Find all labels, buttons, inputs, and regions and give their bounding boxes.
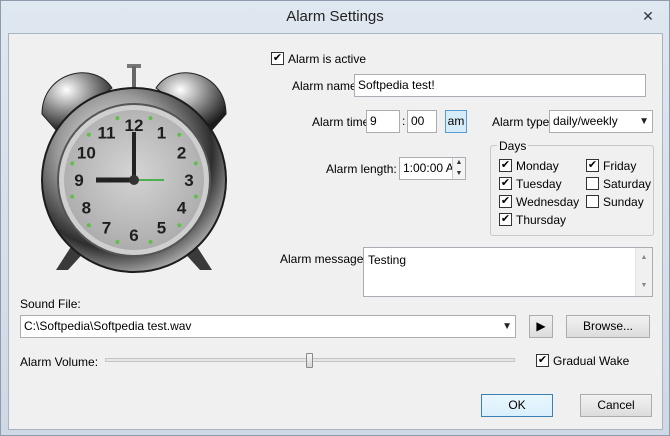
cancel-button[interactable]: Cancel [580, 394, 652, 417]
day-checkbox-tuesday[interactable]: ✔ Tuesday [499, 177, 562, 193]
day-label-monday: Monday [516, 159, 559, 173]
spin-up-icon[interactable]: ▲ [453, 158, 465, 168]
tuesday-check-icon: ✔ [499, 177, 512, 190]
alarm-length-spinner[interactable]: ▲ ▼ [452, 158, 465, 179]
sunday-check-box [586, 195, 599, 208]
clock-numeral: 4 [177, 199, 187, 218]
sound-file-combobox[interactable]: C:\Softpedia\Softpedia test.wav ▼ [20, 315, 516, 338]
clock-tick [177, 132, 182, 137]
days-group-title: Days [497, 139, 529, 153]
day-label-sunday: Sunday [603, 195, 644, 209]
friday-check-icon: ✔ [586, 159, 599, 172]
clock-tick [115, 239, 120, 244]
alarm-active-check-icon: ✔ [271, 52, 284, 65]
browse-button[interactable]: Browse... [566, 315, 650, 338]
close-icon[interactable]: ✕ [631, 5, 665, 27]
clock-tick [193, 161, 198, 166]
sound-file-label: Sound File: [20, 297, 81, 311]
alarm-name-label: Alarm name: [292, 79, 361, 93]
clock-numeral: 2 [177, 144, 186, 163]
alarm-minute-input[interactable]: 00 [407, 110, 437, 133]
alarm-length-value: 1:00:00 A [403, 161, 454, 175]
chevron-down-icon: ▼ [502, 321, 512, 332]
monday-check-icon: ✔ [499, 159, 512, 172]
window-title: Alarm Settings [286, 8, 384, 25]
day-checkbox-saturday[interactable]: Saturday [586, 177, 651, 193]
clock-tick [70, 194, 75, 199]
clock-numeral: 5 [157, 219, 166, 238]
clock-tick [115, 116, 120, 121]
clock-numeral: 6 [129, 226, 138, 245]
message-scrollbar[interactable]: ▲ ▼ [635, 248, 652, 296]
client-area: 12 1 2 3 4 5 6 7 8 9 10 11 ✔ Alarm is active Alarm n… [8, 33, 663, 430]
saturday-check-box [586, 177, 599, 190]
ampm-toggle-button[interactable]: am [445, 110, 467, 133]
wednesday-check-icon: ✔ [499, 195, 512, 208]
ok-button[interactable]: OK [481, 394, 553, 417]
clock-tick [148, 116, 153, 121]
days-groupbox: Days ✔ Monday ✔ Tuesday ✔ Wednesday ✔ Thursd… [490, 139, 654, 236]
clock-tick [177, 223, 182, 228]
day-label-tuesday: Tuesday [516, 177, 562, 191]
alarm-time-separator: : [402, 114, 406, 128]
clock-numeral: 11 [98, 123, 116, 142]
clock-tick [70, 161, 75, 166]
alarm-length-input[interactable]: 1:00:00 A ▲ ▼ [399, 157, 466, 180]
day-checkbox-friday[interactable]: ✔ Friday [586, 159, 636, 175]
alarm-hour-input[interactable]: 9 [366, 110, 400, 133]
scroll-up-icon[interactable]: ▲ [636, 248, 652, 266]
spin-down-icon[interactable]: ▼ [453, 168, 465, 179]
thursday-check-icon: ✔ [499, 213, 512, 226]
gradual-wake-checkbox[interactable]: ✔ Gradual Wake [536, 354, 629, 370]
day-checkbox-monday[interactable]: ✔ Monday [499, 159, 559, 175]
clock-numeral: 10 [77, 144, 96, 163]
clock-tick [86, 132, 91, 137]
chevron-down-icon: ▼ [639, 116, 649, 127]
day-label-saturday: Saturday [603, 177, 652, 191]
scroll-down-icon[interactable]: ▼ [636, 278, 652, 294]
alarm-message-value: Testing [368, 253, 407, 267]
title-bar: Alarm Settings [1, 1, 669, 33]
alarm-name-input[interactable]: Softpedia test! [354, 74, 646, 97]
alarm-type-select[interactable]: daily/weekly ▼ [549, 110, 653, 133]
clock-tick [148, 239, 153, 244]
alarm-clock-illustration: 12 1234567891011 [41, 64, 227, 273]
alarm-active-checkbox[interactable]: ✔ Alarm is active [271, 52, 366, 68]
day-label-thursday: Thursday [516, 213, 567, 227]
alarm-type-label: Alarm type: [492, 115, 553, 129]
gradual-wake-label: Gradual Wake [553, 354, 630, 368]
alarm-type-value: daily/weekly [553, 114, 618, 128]
day-checkbox-thursday[interactable]: ✔ Thursday [499, 213, 566, 229]
day-checkbox-sunday[interactable]: Sunday [586, 195, 644, 211]
sound-file-value: C:\Softpedia\Softpedia test.wav [24, 319, 192, 333]
clock-numeral: 8 [82, 199, 91, 218]
day-label-friday: Friday [603, 159, 637, 173]
alarm-message-textarea[interactable]: Testing ▲ ▼ [363, 247, 653, 297]
play-icon: ▶ [536, 319, 546, 333]
clock-numeral: 9 [74, 171, 83, 190]
alarm-active-label: Alarm is active [288, 52, 367, 66]
alarm-volume-label: Alarm Volume: [20, 355, 99, 369]
clock-numeral: 7 [102, 219, 111, 238]
clock-tick [193, 194, 198, 199]
alarm-length-label: Alarm length: [326, 162, 397, 176]
alarm-message-label: Alarm message: [280, 252, 367, 266]
clock-numeral: 3 [184, 171, 193, 190]
play-button[interactable]: ▶ [529, 315, 553, 338]
alarm-settings-window: Alarm Settings ✕ 12 1 2 3 4 5 6 7 8 9 10… [0, 0, 670, 436]
day-label-wednesday: Wednesday [516, 195, 580, 209]
day-checkbox-wednesday[interactable]: ✔ Wednesday [499, 195, 579, 211]
gradual-wake-check-icon: ✔ [536, 354, 549, 367]
clock-tick [86, 223, 91, 228]
clock-numeral: 1 [157, 123, 166, 142]
alarm-time-label: Alarm time: [312, 115, 373, 129]
volume-slider-thumb[interactable] [306, 353, 313, 368]
